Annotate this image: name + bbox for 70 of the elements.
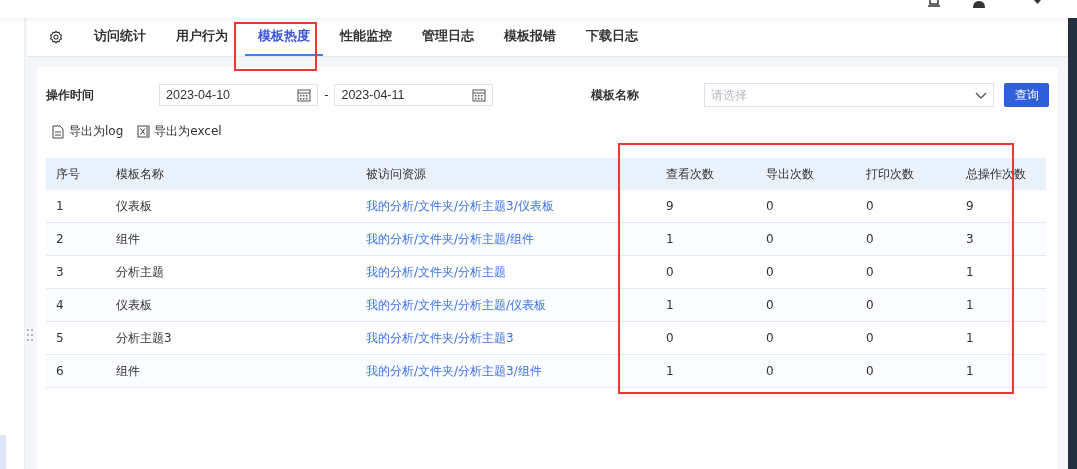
calendar-icon: [472, 88, 487, 102]
bell-icon[interactable]: [928, 0, 940, 8]
calendar-icon: [297, 88, 312, 102]
table-cell: 0: [766, 298, 774, 312]
chevron-down-icon: [975, 91, 988, 99]
table-cell: 仪表板: [116, 297, 152, 312]
tab[interactable]: 模板热度: [245, 18, 323, 56]
column-header: 模板名称: [106, 158, 356, 190]
table-cell: 6: [56, 364, 64, 378]
resource-link[interactable]: 我的分析/文件夹/分析主题3: [366, 330, 514, 345]
table-cell: 1: [966, 298, 974, 312]
table-cell: 3: [966, 232, 974, 246]
table-cell: 2: [56, 232, 64, 246]
column-header: 被访问资源: [356, 158, 656, 190]
table-cell: 1: [56, 199, 64, 213]
spreadsheet-icon: [137, 125, 151, 138]
date-field[interactable]: 2023-04-10: [159, 84, 319, 106]
caret-icon[interactable]: [1034, 0, 1041, 4]
column-header: 打印次数: [856, 158, 956, 190]
table-cell: 0: [766, 199, 774, 213]
column-header: 序号: [46, 158, 106, 190]
export-button[interactable]: 导出为log: [51, 123, 124, 140]
resource-link[interactable]: 我的分析/文件夹/分析主题3/仪表板: [366, 198, 554, 213]
settings-icon[interactable]: [49, 30, 63, 44]
table-cell: 1: [666, 232, 674, 246]
table-cell: 0: [866, 199, 874, 213]
table-cell: 0: [666, 331, 674, 345]
table-cell: 0: [866, 265, 874, 279]
tab[interactable]: 性能监控: [327, 18, 405, 56]
table-cell: 0: [866, 331, 874, 345]
tab[interactable]: 下载日志: [573, 18, 651, 56]
tab[interactable]: 模板报错: [491, 18, 569, 56]
table-cell: 1: [966, 331, 974, 345]
table-cell: 1: [666, 298, 674, 312]
tab[interactable]: 访问统计: [81, 18, 159, 56]
table-cell: 0: [866, 232, 874, 246]
user-icon: [972, 0, 986, 8]
document-icon: [51, 124, 65, 139]
table-cell: 0: [766, 364, 774, 378]
field-label: 操作时间: [46, 86, 95, 104]
table-cell: 3: [56, 265, 64, 279]
table-cell: 4: [56, 298, 64, 312]
table-cell: 分析主题3: [116, 330, 172, 345]
tab[interactable]: 用户行为: [163, 18, 241, 56]
date-separator: -: [324, 88, 329, 102]
table-cell: 9: [966, 199, 974, 213]
table-cell: 0: [666, 265, 674, 279]
column-header: 导出次数: [756, 158, 856, 190]
table-cell: 1: [966, 265, 974, 279]
table-cell: 0: [766, 232, 774, 246]
resource-link[interactable]: 我的分析/文件夹/分析主题: [366, 264, 507, 279]
table-cell: 0: [866, 364, 874, 378]
table-cell: 1: [666, 364, 674, 378]
export-button[interactable]: 导出为excel: [137, 123, 222, 140]
table-cell: 仪表板: [116, 198, 152, 213]
tab[interactable]: 管理日志: [409, 18, 487, 56]
table-cell: 分析主题: [116, 264, 164, 279]
table-cell: 0: [866, 298, 874, 312]
table-cell: 9: [666, 199, 674, 213]
table-cell: 0: [766, 265, 774, 279]
date-field[interactable]: 2023-04-11: [334, 84, 494, 106]
query-button[interactable]: 查询: [1004, 83, 1049, 107]
table-cell: 组件: [116, 231, 140, 246]
table-cell: 0: [766, 331, 774, 345]
table-cell: 组件: [116, 363, 140, 378]
column-header: 查看次数: [656, 158, 756, 190]
table-cell: 5: [56, 331, 64, 345]
table-cell: 1: [966, 364, 974, 378]
drag-handle-icon[interactable]: [27, 329, 33, 341]
field-label: 模板名称: [591, 86, 641, 104]
